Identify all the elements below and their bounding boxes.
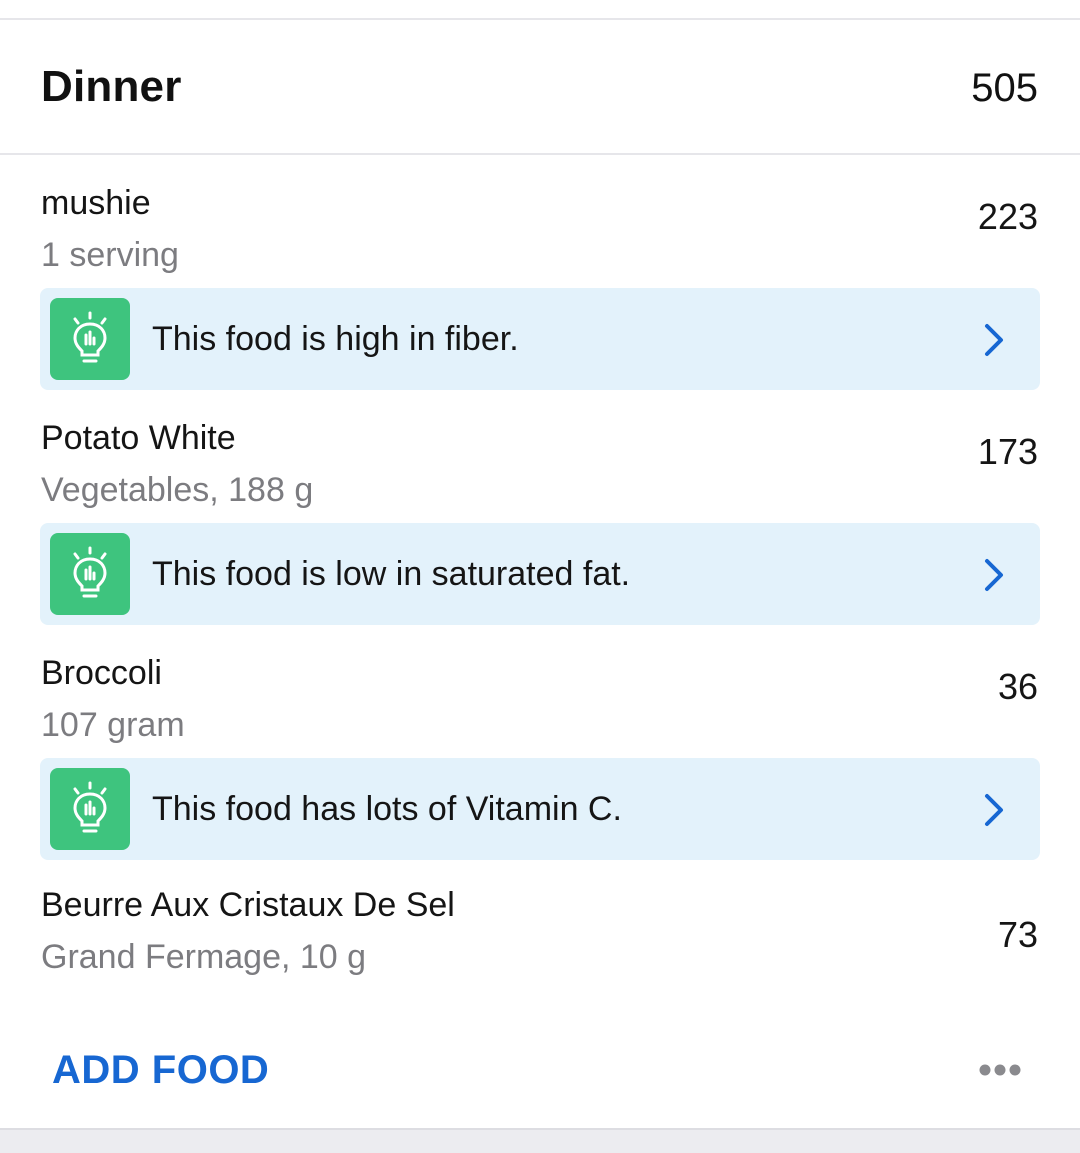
food-item-potato-white[interactable]: Potato White Vegetables, 188 g 173 — [0, 419, 1080, 529]
insight-banner-saturated-fat[interactable]: This food is low in saturated fat. — [40, 523, 1040, 625]
lightbulb-icon — [50, 768, 130, 850]
diary-screen: Dinner 505 mushie 1 serving 223 This foo… — [0, 0, 1080, 1153]
more-horizontal-icon[interactable] — [978, 1063, 1022, 1077]
food-item-broccoli[interactable]: Broccoli 107 gram 36 — [0, 654, 1080, 764]
food-name: Broccoli — [41, 654, 162, 692]
lightbulb-icon — [50, 533, 130, 615]
insight-text: This food is low in saturated fat. — [152, 555, 631, 593]
lightbulb-icon — [50, 298, 130, 380]
meal-header[interactable]: Dinner 505 — [0, 20, 1080, 154]
insight-text: This food is high in fiber. — [152, 320, 519, 358]
header-divider — [0, 153, 1080, 155]
food-detail: 107 gram — [41, 706, 185, 744]
food-detail: Grand Fermage, 10 g — [41, 938, 367, 976]
meal-title: Dinner — [41, 62, 182, 111]
food-name: Potato White — [41, 419, 236, 457]
food-detail: Vegetables, 188 g — [41, 471, 314, 509]
insight-banner-fiber[interactable]: This food is high in fiber. — [40, 288, 1040, 390]
add-food-button[interactable]: ADD FOOD — [52, 1048, 269, 1093]
chevron-right-icon — [985, 559, 1003, 591]
food-item-mushie[interactable]: mushie 1 serving 223 — [0, 184, 1080, 294]
food-calories: 173 — [977, 431, 1038, 472]
food-calories: 36 — [997, 666, 1038, 707]
food-name: Beurre Aux Cristaux De Sel — [41, 886, 455, 924]
food-name: mushie — [41, 184, 151, 222]
chevron-right-icon — [985, 794, 1003, 826]
chevron-right-icon — [985, 324, 1003, 356]
section-separator — [0, 1128, 1080, 1153]
food-calories: 223 — [977, 196, 1038, 237]
food-item-beurre[interactable]: Beurre Aux Cristaux De Sel Grand Fermage… — [0, 886, 1080, 996]
insight-banner-vitamin-c[interactable]: This food has lots of Vitamin C. — [40, 758, 1040, 860]
insight-text: This food has lots of Vitamin C. — [152, 790, 622, 828]
food-detail: 1 serving — [41, 236, 179, 274]
meal-total-calories: 505 — [971, 66, 1038, 110]
food-calories: 73 — [997, 914, 1038, 955]
